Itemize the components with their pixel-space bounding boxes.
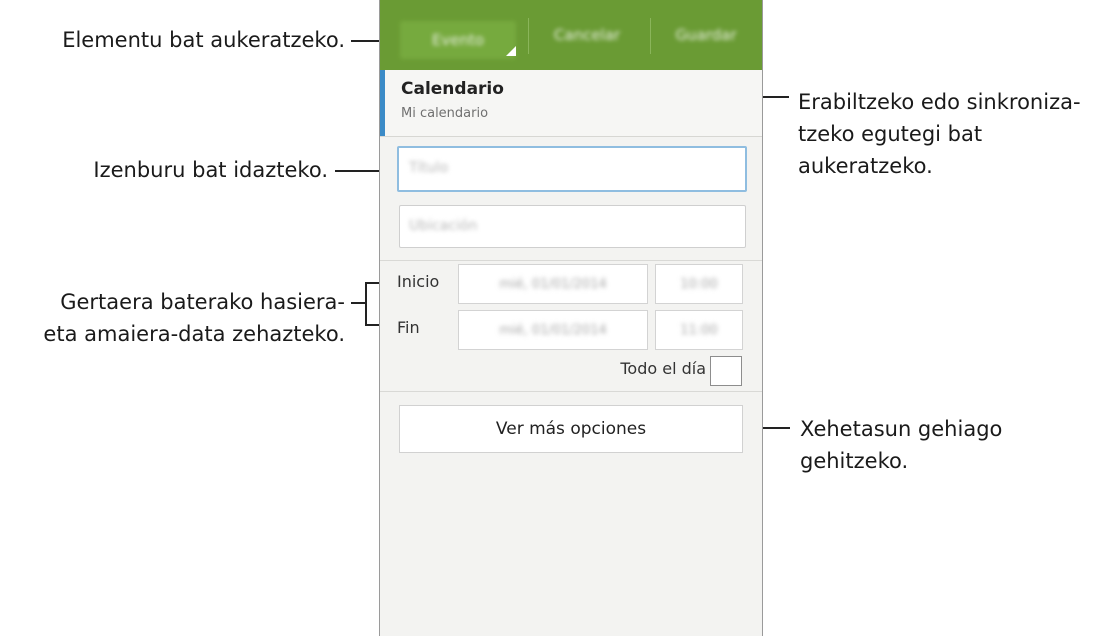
phone-screen: Evento Cancelar Guardar Calendario Mi ca… [379,0,763,636]
cancel-label: Cancelar [553,26,621,44]
leader-line-datetime-bracket [365,282,367,326]
calendar-account-name: Mi calendario [401,106,489,121]
title-placeholder: Título [409,160,449,176]
title-input[interactable]: Título [397,146,747,192]
all-day-label: Todo el día [620,359,706,378]
start-time-field[interactable]: 10:00 [655,264,743,304]
action-bar: Evento Cancelar Guardar [380,0,762,70]
location-placeholder: Ubicación [409,218,478,234]
save-button[interactable]: Guardar [650,0,762,70]
end-time-field[interactable]: 11:00 [655,310,743,350]
start-time-value: 10:00 [680,276,718,292]
end-label: Fin [397,318,420,337]
annotation-datetime: Gertaera baterako hasiera- eta amaiera-d… [43,290,345,346]
end-date-value: mié, 01/01/2014 [499,322,607,338]
leader-line-datetime-start [365,282,379,284]
event-type-spinner[interactable]: Evento [400,21,516,59]
calendar-color-indicator [380,70,385,136]
event-type-label: Evento [431,31,485,49]
spinner-corner-icon [506,46,516,56]
leader-line-datetime-end [365,324,379,326]
annotation-calendar: Erabiltzeko edo sinkroniza- tzeko eguteg… [798,90,1081,178]
end-date-field[interactable]: mié, 01/01/2014 [458,310,648,350]
calendar-title: Calendario [401,79,504,99]
cancel-button[interactable]: Cancelar [528,0,646,70]
end-time-value: 11:00 [680,322,718,338]
section-divider [380,391,762,392]
leader-line-datetime [351,302,365,304]
location-input[interactable]: Ubicación [399,205,746,248]
all-day-checkbox[interactable] [710,356,742,386]
more-options-button[interactable]: Ver más opciones [399,405,743,453]
start-date-field[interactable]: mié, 01/01/2014 [458,264,648,304]
section-divider [380,260,762,261]
calendar-selector[interactable]: Calendario Mi calendario [380,70,762,137]
annotation-title: Izenburu bat idazteko. [93,158,328,182]
start-date-value: mié, 01/01/2014 [499,276,607,292]
save-label: Guardar [675,26,737,44]
annotation-details: Xehetasun gehiago gehitzeko. [800,417,1003,473]
more-options-label: Ver más opciones [495,419,647,439]
annotation-select-item: Elementu bat aukeratzeko. [62,28,345,52]
start-label: Inicio [397,272,440,291]
